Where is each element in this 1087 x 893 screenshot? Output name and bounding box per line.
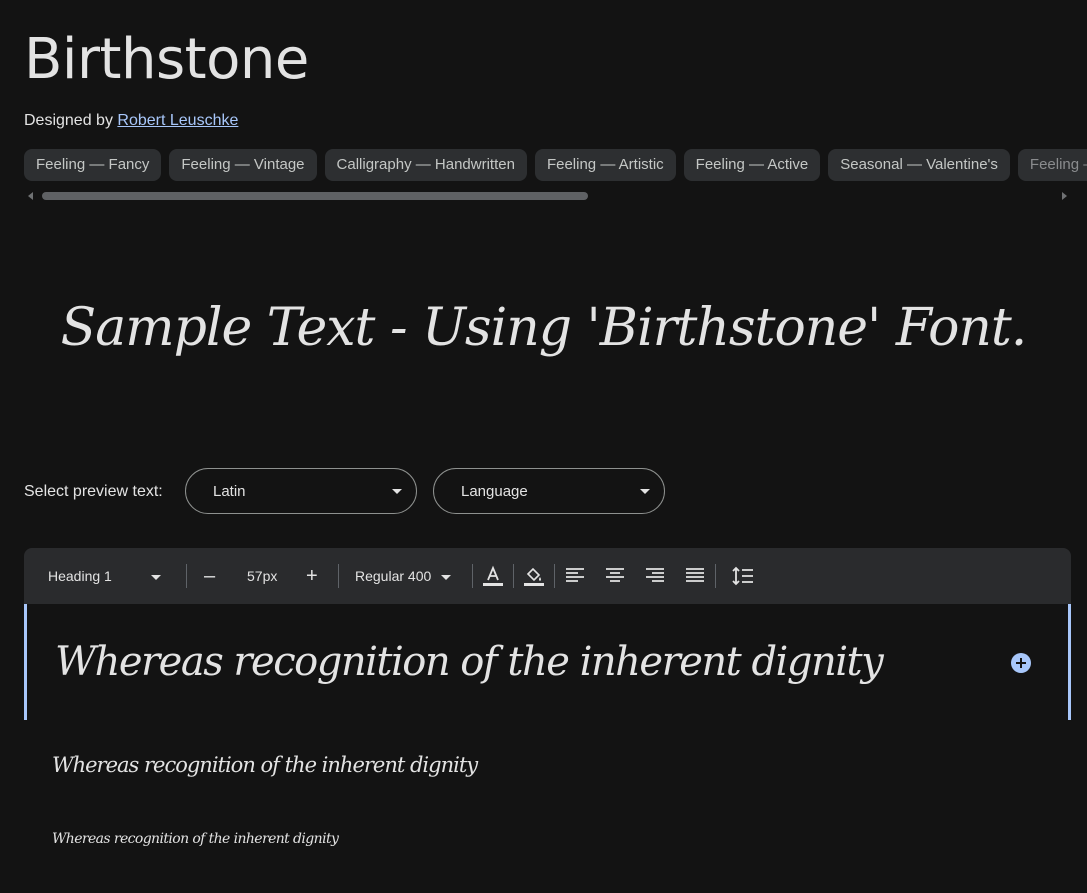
- align-right-icon[interactable]: [643, 564, 667, 588]
- script-dropdown[interactable]: Latin: [185, 468, 417, 514]
- font-size-value[interactable]: 57px: [247, 548, 277, 604]
- preview-area: Whereas recognition of the inherent dign…: [24, 604, 1071, 847]
- align-left-icon[interactable]: [563, 564, 587, 588]
- preview-text-heading[interactable]: Whereas recognition of the inherent dign…: [55, 634, 884, 690]
- tag-chip[interactable]: Calligraphy — Handwritten: [324, 149, 527, 181]
- scroll-thumb[interactable]: [42, 192, 588, 200]
- preview-text-label: Select preview text:: [24, 483, 163, 500]
- toolbar-divider: [554, 564, 555, 588]
- language-dropdown-value: Language: [461, 483, 528, 500]
- align-center-icon[interactable]: [603, 564, 627, 588]
- chevron-down-icon: [392, 489, 402, 494]
- sample-text: Sample Text - Using 'Birthstone' Font.: [60, 298, 1028, 358]
- add-icon[interactable]: [1011, 653, 1031, 673]
- tag-chip[interactable]: Feeling — Fancy: [24, 149, 162, 181]
- tag-chip-list: Feeling — Fancy Feeling — Vintage Calligra…: [24, 149, 1087, 181]
- language-dropdown[interactable]: Language: [433, 468, 665, 514]
- designer-link[interactable]: Robert Leuschke: [117, 112, 238, 129]
- text-style-select[interactable]: Heading 1: [48, 548, 112, 604]
- tag-chip[interactable]: Feeling — Active: [683, 149, 821, 181]
- toolbar-divider: [338, 564, 339, 588]
- highlight-color-icon[interactable]: [522, 564, 546, 588]
- decrease-size-button[interactable]: –: [204, 548, 215, 604]
- toolbar-divider: [513, 564, 514, 588]
- tag-chip[interactable]: Feeling — Artistic: [534, 149, 676, 181]
- text-style-value: Heading 1: [48, 568, 112, 584]
- chevron-down-icon: [640, 489, 650, 494]
- preview-text-medium[interactable]: Whereas recognition of the inherent dign…: [52, 749, 478, 781]
- preview-row-active[interactable]: Whereas recognition of the inherent dign…: [24, 604, 1071, 720]
- tags-scrollbar[interactable]: [24, 190, 1071, 202]
- chevron-down-icon[interactable]: [151, 548, 161, 604]
- script-dropdown-value: Latin: [213, 483, 246, 500]
- toolbar-divider: [472, 564, 473, 588]
- toolbar-divider: [186, 564, 187, 588]
- line-height-icon[interactable]: [731, 564, 755, 588]
- align-justify-icon[interactable]: [683, 564, 707, 588]
- preview-toolbar: Heading 1 – 57px + Regular 400: [24, 548, 1071, 604]
- text-color-icon[interactable]: [481, 564, 505, 588]
- tag-chip[interactable]: Feeling — Vintage: [169, 149, 317, 181]
- designed-by-label: Designed by: [24, 112, 113, 129]
- increase-size-button[interactable]: +: [306, 548, 318, 604]
- scroll-left-arrow-icon[interactable]: [28, 192, 33, 200]
- font-weight-select[interactable]: Regular 400: [355, 548, 452, 604]
- scroll-right-arrow-icon[interactable]: [1062, 192, 1067, 200]
- tag-chip[interactable]: Feeling — Calm: [1017, 149, 1087, 181]
- preview-text-small[interactable]: Whereas recognition of the inherent dign…: [52, 828, 339, 850]
- tag-chip[interactable]: Seasonal — Valentine's: [828, 149, 1010, 181]
- designer-line: Designed by Robert Leuschke: [24, 110, 238, 132]
- font-title: Birthstone: [24, 27, 309, 92]
- font-weight-value: Regular 400: [355, 568, 432, 584]
- chevron-down-icon: [441, 574, 452, 580]
- toolbar-divider: [715, 564, 716, 588]
